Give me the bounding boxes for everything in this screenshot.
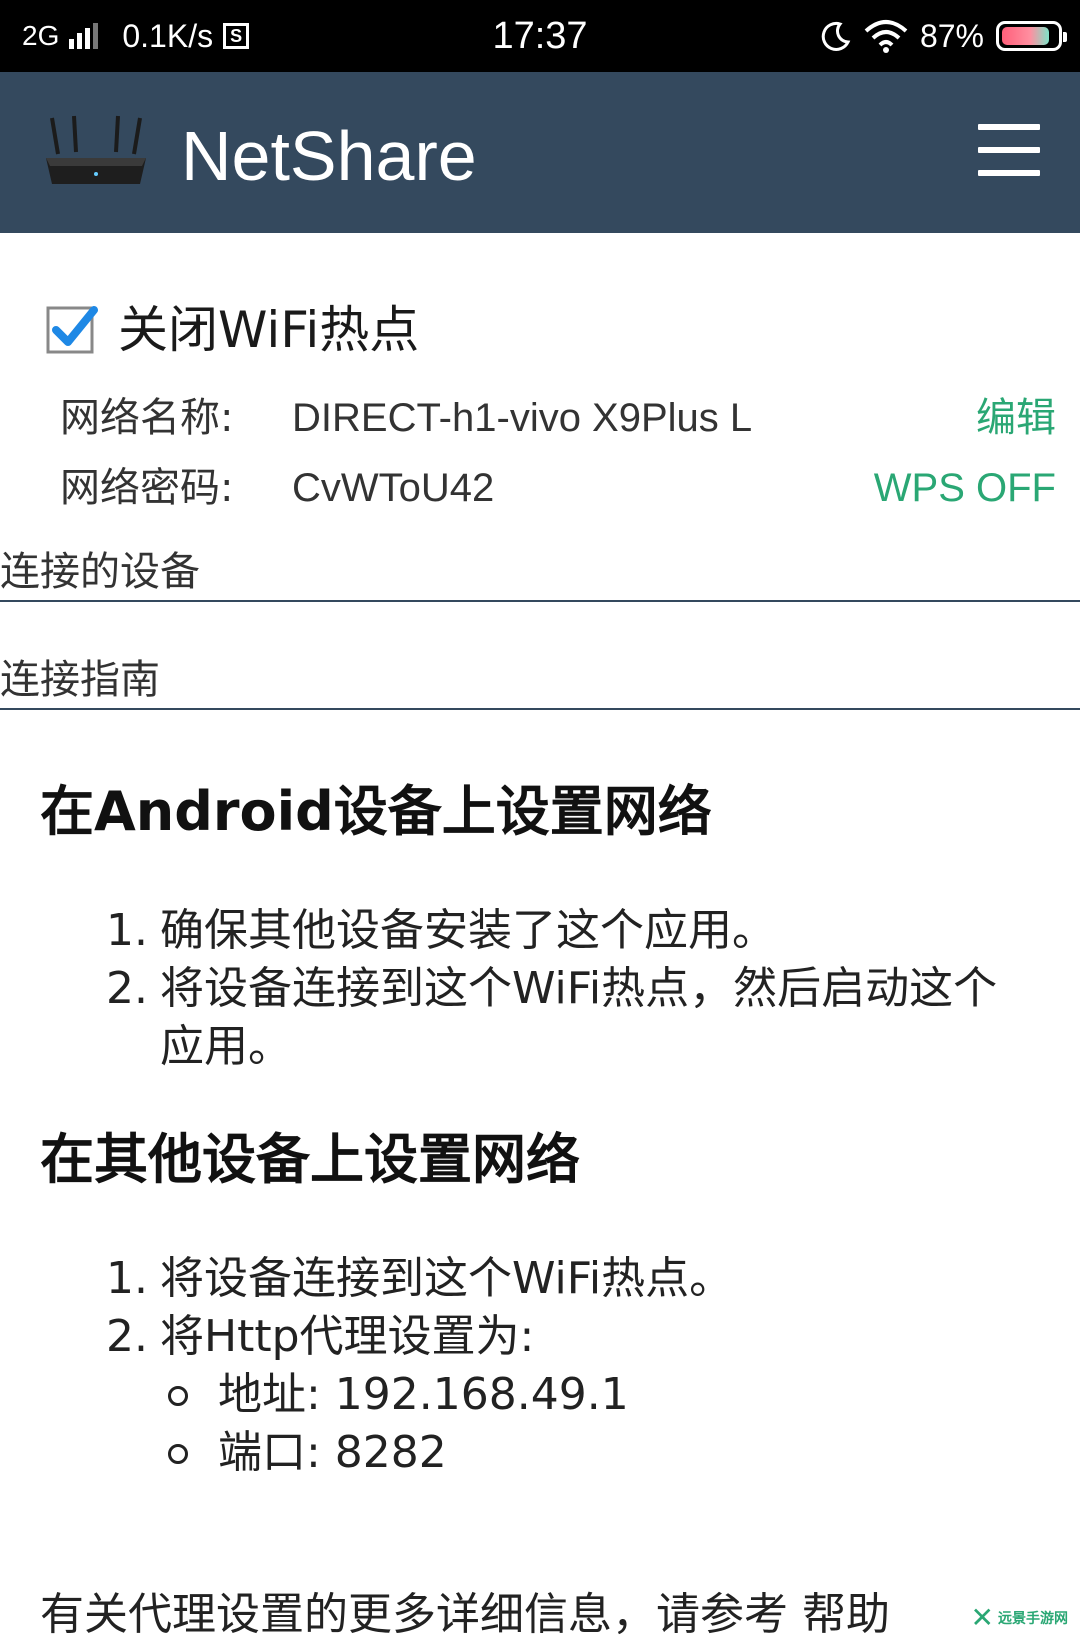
proxy-list: 地址: 192.168.49.1 端口: 8282 <box>100 1366 1040 1482</box>
watermark-logo-icon: ✕ <box>970 1601 994 1634</box>
menu-line <box>978 170 1040 176</box>
battery-fill <box>1002 27 1049 45</box>
hamburger-menu-icon[interactable] <box>978 124 1040 176</box>
bullet-icon <box>168 1444 188 1464</box>
step-number: 2. <box>106 963 148 1014</box>
battery-icon <box>996 21 1067 51</box>
step-text: 将设备连接到这个WiFi热点，然后启动这个应用。 <box>160 963 998 1072</box>
menu-line <box>978 124 1040 130</box>
more-info-text: 有关代理设置的更多详细信息，请参考 <box>40 1589 788 1640</box>
signal-icon <box>69 23 99 49</box>
network-type: 2G <box>22 20 60 51</box>
data-speed: 0.1K/s <box>122 17 214 54</box>
step-number: 1. <box>106 905 148 956</box>
password-row: 网络密码: CvWToU42 WPS OFF <box>0 458 1080 518</box>
app-title: NetShare <box>181 117 477 195</box>
proxy-port: 端口: 8282 <box>218 1427 447 1478</box>
list-item: 1. 将设备连接到这个WiFi热点。 <box>100 1250 1040 1308</box>
connected-devices-header: 连接的设备 <box>0 544 1080 602</box>
moon-icon <box>821 21 851 51</box>
router-icon <box>46 115 146 184</box>
password-label: 网络密码: <box>60 465 234 511</box>
step-number: 2. <box>106 1311 148 1362</box>
other-setup-heading: 在其他设备上设置网络 <box>40 1128 580 1191</box>
proxy-address-item: 地址: 192.168.49.1 <box>100 1366 1040 1424</box>
list-item: 1. 确保其他设备安装了这个应用。 <box>100 902 1040 960</box>
proxy-address: 地址: 192.168.49.1 <box>218 1369 629 1420</box>
help-link[interactable]: 帮助 <box>802 1589 890 1640</box>
menu-line <box>978 147 1040 153</box>
watermark-text: 远景手游网 <box>998 1610 1068 1627</box>
connection-guide-header: 连接指南 <box>0 652 1080 710</box>
android-steps-list: 1. 确保其他设备安装了这个应用。 2. 将设备连接到这个WiFi热点，然后启动… <box>100 902 1040 1076</box>
hotspot-toggle-label: 关闭WiFi热点 <box>118 301 420 359</box>
battery-percent: 87% <box>919 17 984 54</box>
more-info-paragraph: 有关代理设置的更多详细信息，请参考 帮助 <box>40 1586 1050 1644</box>
edit-button[interactable]: 编辑 <box>976 388 1056 448</box>
proxy-port-item: 端口: 8282 <box>100 1424 1040 1482</box>
ssid-label: 网络名称: <box>60 395 234 441</box>
sim-icon: S <box>223 23 250 49</box>
status-right: 87% <box>820 0 1067 72</box>
password-value: CvWToU42 <box>292 466 495 510</box>
bullet-icon <box>168 1386 188 1406</box>
status-bar: 2G 0.1K/s S 17:37 87% <box>0 0 1080 72</box>
android-setup-heading: 在Android设备上设置网络 <box>40 780 712 843</box>
step-text: 将Http代理设置为: <box>160 1311 535 1362</box>
hotspot-toggle-row[interactable]: 关闭WiFi热点 <box>46 300 419 360</box>
wifi-icon <box>864 20 908 53</box>
ssid-row: 网络名称: DIRECT-h1-vivo X9Plus L 编辑 <box>0 388 1080 448</box>
list-item: 2. 将Http代理设置为: <box>100 1308 1040 1366</box>
ssid-value: DIRECT-h1-vivo X9Plus L <box>292 396 753 440</box>
step-text: 将设备连接到这个WiFi热点。 <box>160 1253 734 1304</box>
wps-toggle-button[interactable]: WPS OFF <box>874 458 1056 518</box>
app-bar: NetShare <box>0 72 1080 233</box>
step-number: 1. <box>106 1253 148 1304</box>
other-steps-list: 1. 将设备连接到这个WiFi热点。 2. 将Http代理设置为: 地址: 19… <box>100 1250 1040 1482</box>
step-text: 确保其他设备安装了这个应用。 <box>160 905 776 956</box>
watermark: ✕ 远景手游网 <box>971 1601 1068 1634</box>
status-left: 2G 0.1K/s S <box>22 0 250 72</box>
hotspot-checkbox[interactable] <box>46 304 98 356</box>
list-item: 2. 将设备连接到这个WiFi热点，然后启动这个应用。 <box>100 960 1040 1076</box>
